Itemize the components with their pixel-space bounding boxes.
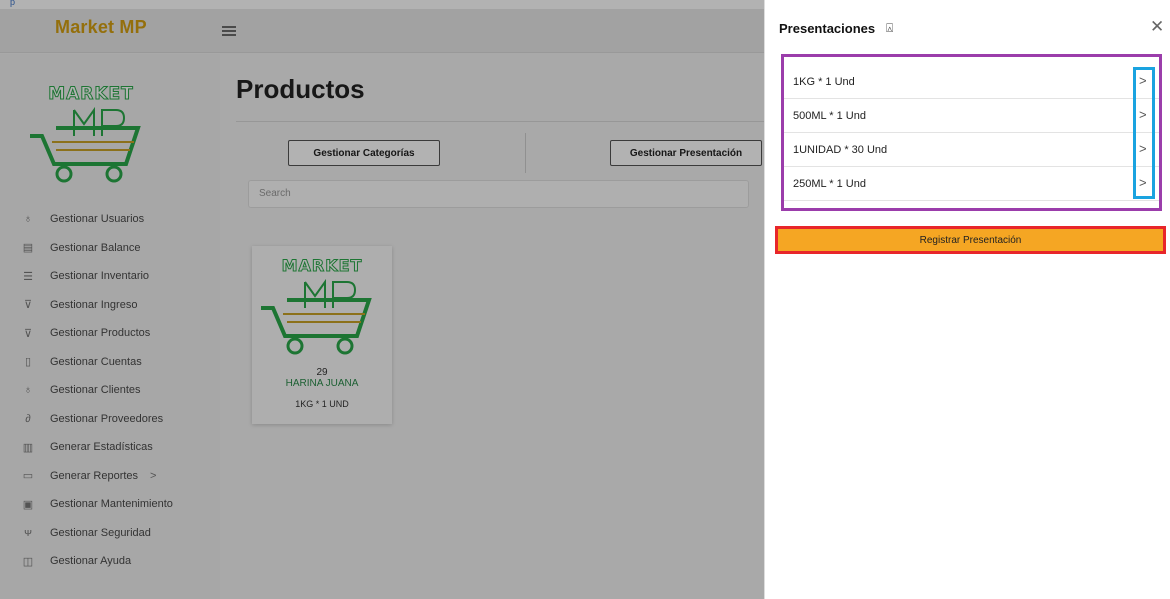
chevron-highlight bbox=[1133, 67, 1155, 199]
pin-icon[interactable]: ⍓ bbox=[886, 21, 893, 36]
presentation-label: 250ML * 1 Und bbox=[793, 178, 866, 190]
presentation-item[interactable]: 500ML * 1 Und > bbox=[784, 99, 1159, 133]
presentation-label: 1UNIDAD * 30 Und bbox=[793, 144, 888, 156]
register-presentation-button[interactable]: Registrar Presentación bbox=[775, 226, 1166, 254]
modal-backdrop[interactable] bbox=[0, 0, 764, 599]
drawer-title: Presentaciones bbox=[779, 21, 876, 36]
presentation-label: 1KG * 1 Und bbox=[793, 76, 855, 88]
screen: p Market MP MARKET ♁ Gestionar Usuarios ▤ G… bbox=[0, 0, 1170, 599]
close-icon[interactable]: ✕ bbox=[1150, 18, 1164, 35]
presentation-item[interactable]: 1KG * 1 Und > bbox=[784, 65, 1159, 99]
presentation-item[interactable]: 1UNIDAD * 30 Und > bbox=[784, 133, 1159, 167]
presentation-label: 500ML * 1 Und bbox=[793, 110, 866, 122]
presentations-list: 250ML * 1 Und >1UNIDAD * 30 Und >500ML * 1… bbox=[781, 54, 1162, 211]
presentation-item[interactable]: 250ML * 1 Und > bbox=[784, 167, 1159, 201]
presentations-drawer: Presentaciones ⍓ ✕ 250ML * 1 Und >1UNIDAD… bbox=[764, 0, 1170, 599]
